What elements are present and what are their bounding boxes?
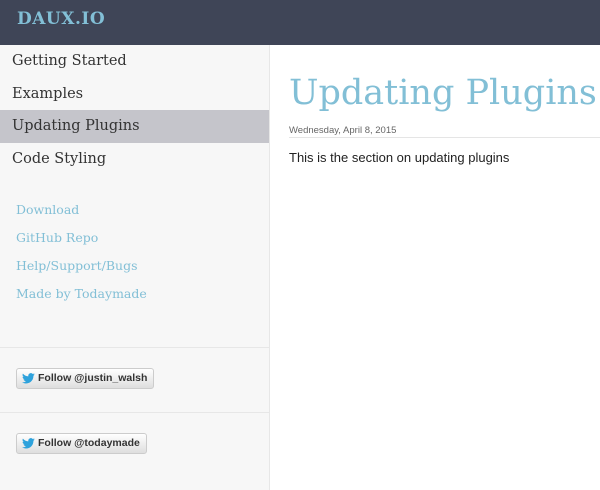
sidebar-item-updating-plugins[interactable]: Updating Plugins [0, 110, 269, 143]
sidebar-divider [0, 412, 269, 413]
follow-button-label: Follow @todaymade [38, 437, 140, 449]
made-by-todaymade-link[interactable]: Made by Todaymade [16, 286, 147, 301]
page-title: Updating Plugins [289, 73, 597, 113]
follow-button-label: Follow @justin_walsh [38, 372, 148, 384]
download-link[interactable]: Download [16, 202, 79, 217]
sidebar: Getting Started Examples Updating Plugin… [0, 45, 270, 490]
sidebar-item-code-styling[interactable]: Code Styling [0, 143, 269, 176]
github-repo-link[interactable]: GitHub Repo [16, 230, 98, 245]
follow-justin-walsh-button[interactable]: Follow @justin_walsh [16, 368, 155, 389]
twitter-bird-icon [22, 438, 35, 449]
sidebar-item-getting-started[interactable]: Getting Started [0, 45, 269, 78]
twitter-bird-icon [22, 373, 35, 384]
brand-logo-link[interactable]: DAUX.IO [17, 9, 105, 29]
follow-todaymade-button[interactable]: Follow @todaymade [16, 433, 147, 454]
page-body-text: This is the section on updating plugins [289, 150, 510, 165]
page-date: Wednesday, April 8, 2015 [289, 125, 397, 136]
help-support-bugs-link[interactable]: Help/Support/Bugs [16, 258, 138, 273]
top-navbar: DAUX.IO [0, 0, 600, 45]
title-divider [289, 137, 600, 138]
sidebar-divider [0, 347, 269, 348]
sidebar-item-examples[interactable]: Examples [0, 78, 269, 111]
main-content: Updating Plugins Wednesday, April 8, 201… [270, 45, 600, 490]
